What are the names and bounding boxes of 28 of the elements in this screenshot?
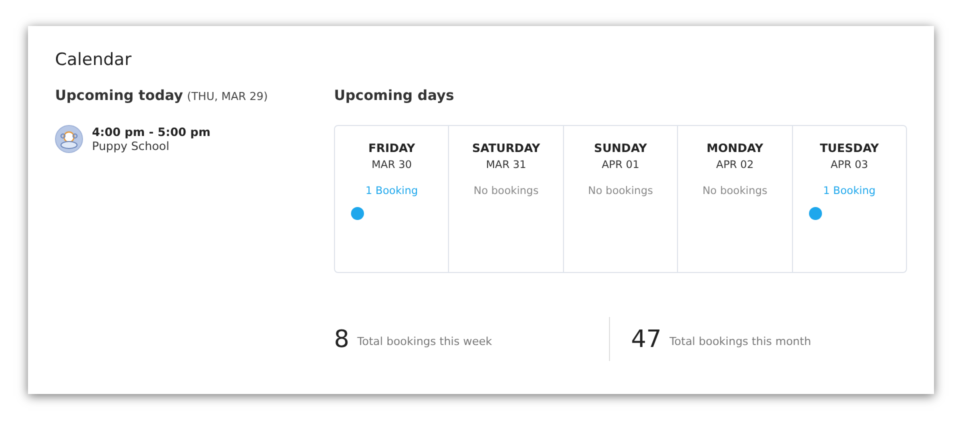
total-value: 8: [334, 325, 350, 353]
weekday: FRIDAY: [368, 141, 416, 155]
section-heading: Upcoming today: [55, 88, 184, 104]
total-label: Total bookings this week: [357, 334, 492, 348]
booking-count: No bookings: [702, 185, 768, 197]
booking-count: No bookings: [474, 185, 539, 197]
day-date: APR 02: [716, 159, 754, 171]
booking-dot[interactable]: [808, 207, 822, 220]
event-time: 4:00 pm - 5:00 pm: [92, 125, 210, 139]
weekday: MONDAY: [706, 141, 764, 155]
avatar-icon: [55, 125, 83, 153]
booking-link[interactable]: 1 Booking: [823, 185, 876, 197]
booking-link[interactable]: 1 Booking: [366, 185, 418, 197]
day-date: APR 03: [830, 159, 868, 171]
total-value: 47: [631, 325, 662, 353]
event-name: Puppy School: [92, 139, 170, 153]
day-date: APR 01: [602, 159, 640, 171]
today-date: (THU, MAR 29): [187, 90, 268, 103]
card-title: Calendar: [55, 50, 132, 70]
day-date: MAR 30: [372, 159, 412, 171]
day-date: MAR 31: [486, 159, 526, 171]
weekday: SUNDAY: [594, 141, 647, 155]
weekday: SATURDAY: [472, 141, 540, 155]
section-heading: Upcoming days: [334, 88, 456, 104]
booking-dot[interactable]: [351, 207, 364, 220]
booking-count: No bookings: [588, 185, 653, 197]
total-label: Total bookings this month: [670, 334, 812, 348]
weekday: TUESDAY: [820, 141, 879, 155]
